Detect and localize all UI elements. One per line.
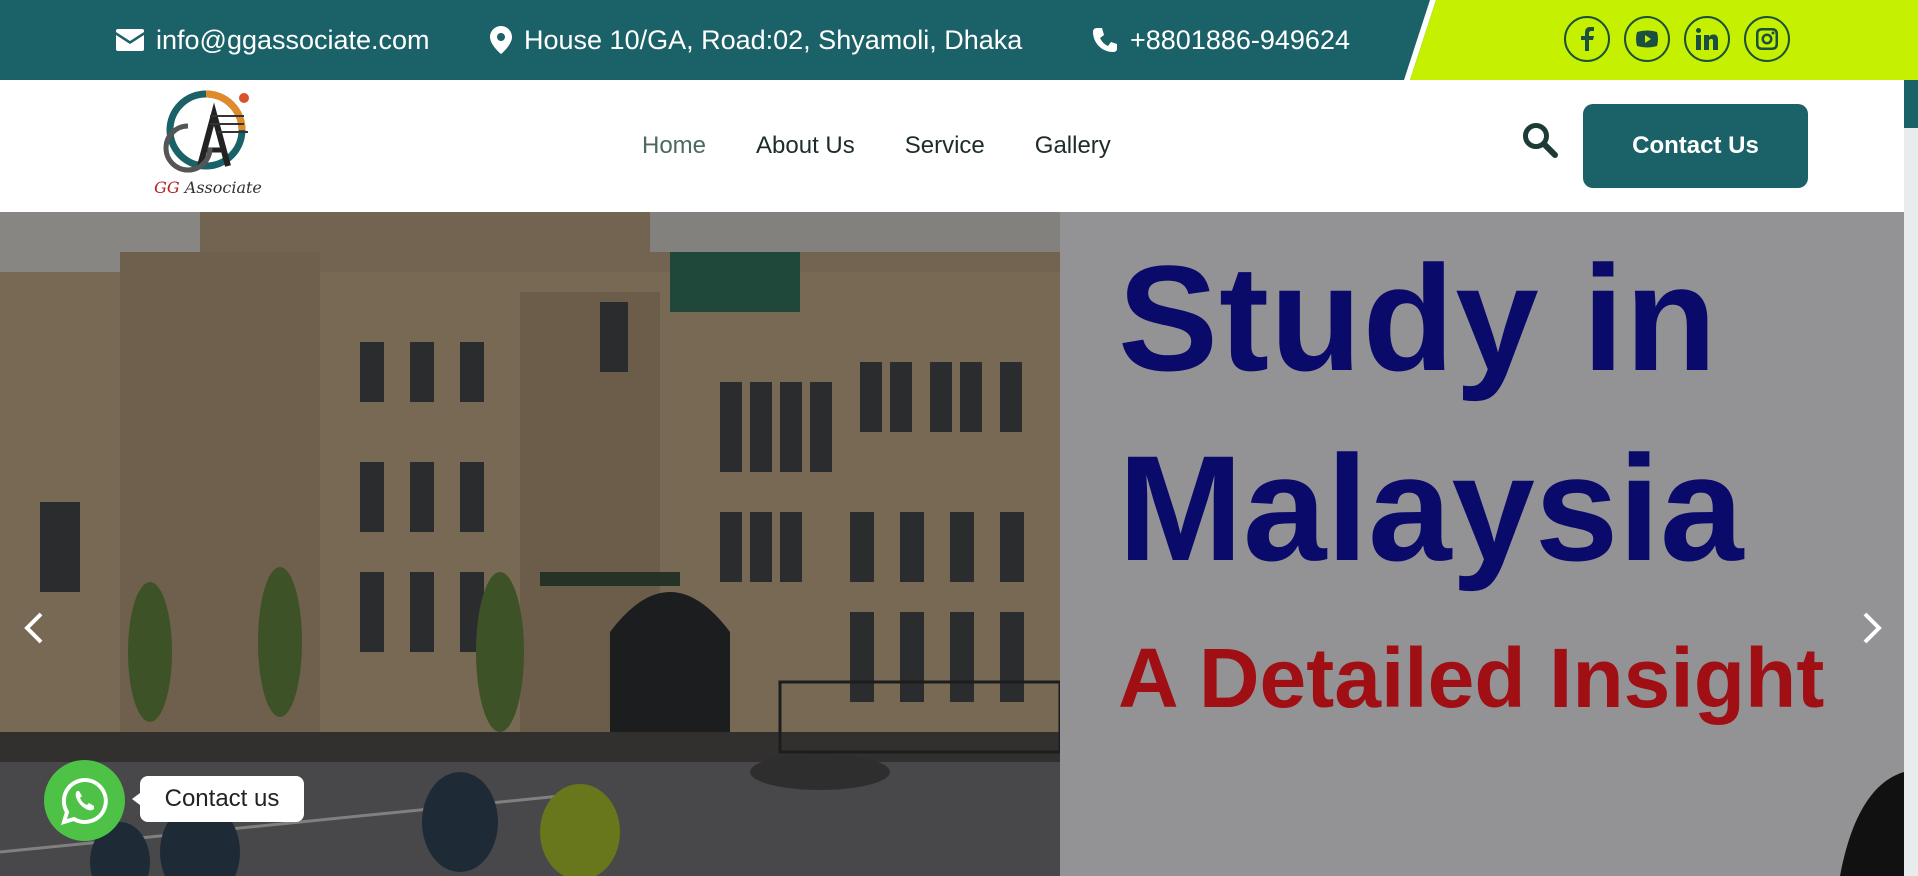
nav-gallery[interactable]: Gallery	[1035, 132, 1111, 160]
location-pin-icon	[490, 26, 512, 54]
scrollbar-thumb[interactable]	[1904, 80, 1918, 128]
email-contact[interactable]: info@ggassociate.com	[116, 0, 430, 80]
logo-text-rest: Associate	[179, 178, 262, 197]
address-text: House 10/GA, Road:02, Shyamoli, Dhaka	[524, 24, 1023, 55]
whatsapp-icon	[60, 777, 108, 825]
chevron-right-icon	[1863, 612, 1882, 644]
phone-contact[interactable]: +8801886-949624	[1092, 0, 1350, 80]
hero-title-line1: Study in	[1118, 234, 1718, 402]
logo-mark-icon	[163, 90, 249, 173]
phone-icon	[1093, 28, 1117, 52]
page-scrollbar[interactable]	[1904, 80, 1918, 876]
hero-title-line2: Malaysia	[1118, 424, 1744, 592]
nav-home[interactable]: Home	[642, 132, 706, 160]
whatsapp-button[interactable]	[44, 760, 125, 841]
nav-about-us[interactable]: About Us	[756, 132, 855, 160]
whatsapp-label[interactable]: Contact us	[132, 776, 304, 822]
main-nav: Home About Us Service Gallery	[642, 80, 1111, 212]
top-contact-bar: info@ggassociate.com House 10/GA, Road:0…	[0, 0, 1918, 80]
instagram-icon[interactable]	[1744, 16, 1790, 62]
hero-subtitle: A Detailed Insight	[1118, 631, 1825, 725]
slider-next-button[interactable]	[1852, 608, 1892, 648]
chevron-left-icon	[24, 612, 43, 644]
slider-prev-button[interactable]	[14, 608, 54, 648]
contact-us-button[interactable]: Contact Us	[1583, 104, 1808, 188]
nav-service[interactable]: Service	[905, 132, 985, 160]
search-icon	[1523, 123, 1558, 158]
logo-wordmark: GG Associate	[148, 178, 268, 197]
linkedin-icon[interactable]	[1684, 16, 1730, 62]
logo-text-gg: GG	[154, 178, 180, 197]
envelope-icon	[116, 29, 144, 51]
address-contact: House 10/GA, Road:02, Shyamoli, Dhaka	[490, 0, 1022, 80]
phone-text: +8801886-949624	[1130, 24, 1350, 55]
logo[interactable]: GG Associate	[148, 86, 268, 198]
search-button[interactable]	[1520, 120, 1560, 160]
poster-person-silhouette	[1840, 772, 1904, 876]
social-links	[1564, 16, 1790, 62]
facebook-icon[interactable]	[1564, 16, 1610, 62]
youtube-icon[interactable]	[1624, 16, 1670, 62]
site-header: GG Associate Home About Us Service Galle…	[0, 80, 1904, 212]
email-text: info@ggassociate.com	[156, 24, 430, 55]
